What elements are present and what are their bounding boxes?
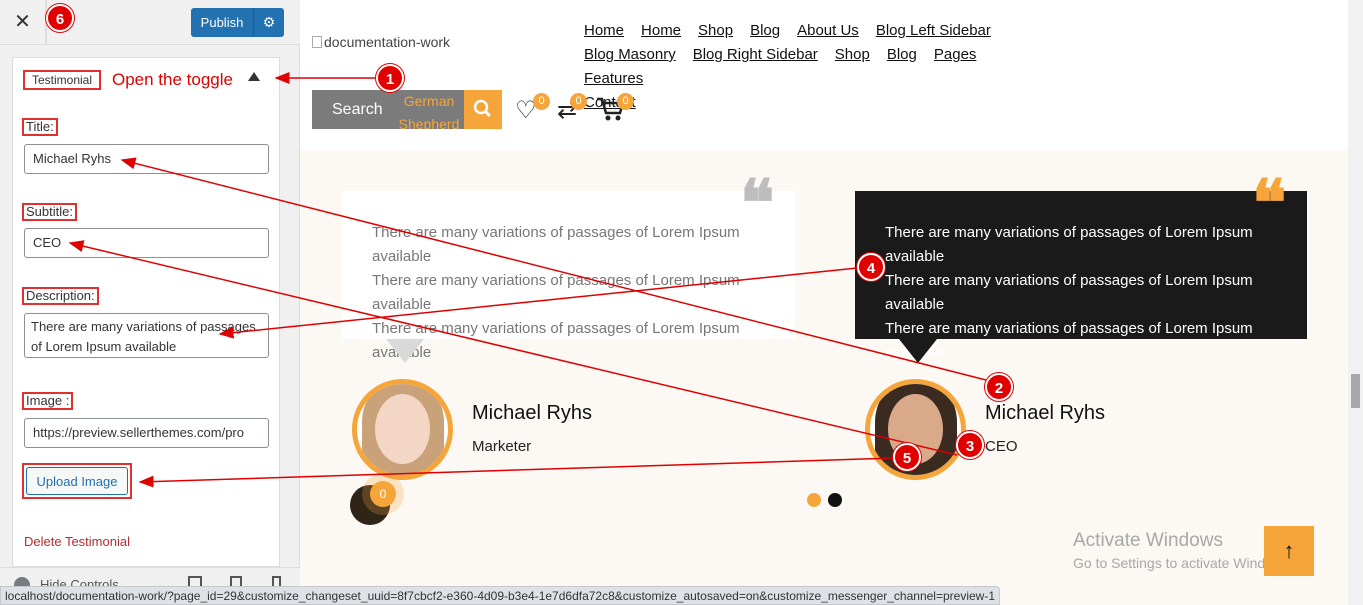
quote-icon: ❝ <box>740 166 775 241</box>
annotation-badge-2: 2 <box>985 373 1013 401</box>
site-preview: documentation-work Home Home Shop Blog About… <box>300 0 1363 605</box>
slider-dot-active[interactable] <box>828 493 842 507</box>
scroll-to-top-button[interactable]: ↑ <box>1264 526 1314 576</box>
annotation-badge-5: 5 <box>893 443 921 471</box>
search-button[interactable] <box>464 90 502 129</box>
browser-status-url: localhost/documentation-work/?page_id=29… <box>0 586 1000 605</box>
search-icon <box>473 99 492 118</box>
testimonial-name: Michael Ryhs <box>985 402 1106 424</box>
close-customizer-button[interactable]: ✕ <box>0 0 46 45</box>
nav-item[interactable]: Features <box>584 67 643 91</box>
site-header: documentation-work Home Home Shop Blog About… <box>300 0 1363 150</box>
testimonial-name: Michael Ryhs <box>472 402 593 424</box>
nav-item[interactable]: Blog Masonry <box>584 43 676 67</box>
customizer-panel: ✕ Publish ⚙ Testimonial Open the toggle … <box>0 0 300 605</box>
upload-image-button[interactable]: Upload Image <box>22 463 132 499</box>
search-bar[interactable]: Search German Shepherd <box>312 90 464 129</box>
broken-image-icon <box>312 36 322 48</box>
avatar <box>352 379 453 480</box>
nav-item[interactable]: Blog <box>750 19 780 43</box>
nav-item[interactable]: Pages <box>934 43 977 67</box>
nav-item[interactable]: About Us <box>797 19 859 43</box>
description-textarea[interactable]: There are many variations of passages of… <box>24 313 269 358</box>
search-category-select[interactable]: German Shepherd <box>394 90 464 129</box>
title-input[interactable]: Michael Ryhs <box>24 144 269 174</box>
testimonial-text: There are many variations of passages of… <box>372 224 740 265</box>
publish-button[interactable]: Publish <box>191 8 253 37</box>
toggle-up-arrow-icon[interactable] <box>248 72 260 81</box>
card-pointer <box>386 339 424 363</box>
scrollbar-thumb[interactable] <box>1351 374 1360 408</box>
floating-cart-badge: 0 <box>370 481 396 507</box>
nav-item[interactable]: Blog Left Sidebar <box>876 19 991 43</box>
nav-item[interactable]: Shop <box>835 43 870 67</box>
title-label: Title: <box>22 118 58 136</box>
image-url-input[interactable]: https://preview.sellerthemes.com/pro <box>24 418 269 448</box>
subtitle-label: Subtitle: <box>22 203 77 221</box>
logo-alt-text: documentation-work <box>324 34 451 50</box>
nav-item[interactable]: Blog Right Sidebar <box>693 43 818 67</box>
testimonial-card-active: There are many variations of passages of… <box>855 191 1307 361</box>
wishlist-count-badge: 0 <box>533 93 550 110</box>
main-nav: Home Home Shop Blog About Us Blog Left Sideba… <box>584 19 1064 115</box>
toggle-note: Open the toggle <box>112 70 233 89</box>
testimonial-text: There are many variations of passages of… <box>372 272 740 313</box>
testimonial-role: CEO <box>985 438 1018 455</box>
nav-item[interactable]: Shop <box>698 19 733 43</box>
compare-count-badge: 0 <box>570 93 587 110</box>
gear-icon[interactable]: ⚙ <box>253 8 284 37</box>
image-label: Image : <box>22 392 74 410</box>
nav-item[interactable]: Home <box>641 19 681 43</box>
section-title-testimonial[interactable]: Testimonial <box>23 70 101 90</box>
annotation-badge-6: 6 <box>46 4 74 32</box>
annotation-badge-3: 3 <box>956 431 984 459</box>
slider-dot[interactable] <box>807 493 821 507</box>
cart-count-badge: 0 <box>617 93 634 110</box>
testimonial-text: There are many variations of passages of… <box>885 320 1253 361</box>
search-label: Search <box>332 101 383 118</box>
subtitle-input[interactable]: CEO <box>24 228 269 258</box>
testimonial-text: There are many variations of passages of… <box>372 320 740 361</box>
testimonial-role: Marketer <box>472 438 532 455</box>
delete-testimonial-link[interactable]: Delete Testimonial <box>24 534 130 549</box>
upload-image-label: Upload Image <box>26 467 128 495</box>
testimonial-text: There are many variations of passages of… <box>885 224 1253 265</box>
nav-item[interactable]: Blog <box>887 43 917 67</box>
card-pointer <box>899 339 937 363</box>
testimonial-card: There are many variations of passages of… <box>342 191 795 361</box>
annotation-badge-1: 1 <box>376 64 404 92</box>
windows-activation-title: Activate Windows <box>1073 530 1223 551</box>
customizer-header: ✕ Publish ⚙ <box>0 0 300 45</box>
testimonial-text: There are many variations of passages of… <box>885 272 1253 313</box>
site-logo[interactable]: documentation-work <box>312 34 450 50</box>
screen: ✕ Publish ⚙ Testimonial Open the toggle … <box>0 0 1363 605</box>
description-label: Description: <box>22 287 99 305</box>
scrollbar[interactable] <box>1348 0 1363 605</box>
quote-icon: ❝ <box>1252 166 1287 241</box>
nav-item[interactable]: Home <box>584 19 624 43</box>
annotation-badge-4: 4 <box>857 253 885 281</box>
windows-activation-subtitle: Go to Settings to activate Windows. <box>1073 555 1294 571</box>
